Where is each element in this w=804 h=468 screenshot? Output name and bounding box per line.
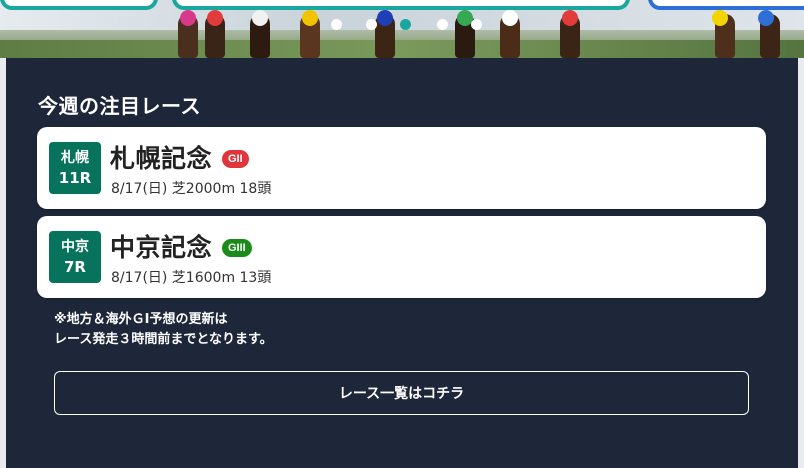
jockey-figure <box>377 10 393 26</box>
jockey-figure <box>207 10 223 26</box>
featured-races-panel: 今週の注目レース 札幌 11R 札幌記念 GII 8/17(日) 芝2000m … <box>6 58 798 468</box>
jockey-figure <box>502 10 518 26</box>
race-card[interactable]: 札幌 11R 札幌記念 GII 8/17(日) 芝2000m 18頭 <box>37 127 766 209</box>
jockey-figure <box>712 10 728 26</box>
race-card[interactable]: 中京 7R 中京記念 GIII 8/17(日) 芝1600m 13頭 <box>37 216 766 298</box>
carousel-dot[interactable] <box>366 19 377 30</box>
hero-carousel[interactable] <box>0 0 804 58</box>
notice-line: ※地方＆海外ＧⅠ予想の更新は <box>54 312 228 327</box>
venue-badge: 中京 7R <box>49 231 101 283</box>
venue-badge: 札幌 11R <box>49 142 101 194</box>
notice-line: レース発走３時間前までとなります。 <box>54 332 273 347</box>
carousel-card-current[interactable] <box>172 0 630 10</box>
carousel-dot[interactable] <box>331 19 342 30</box>
carousel-dot-active[interactable] <box>400 19 411 30</box>
carousel-card-prev[interactable] <box>0 0 158 10</box>
venue-label: 札幌 <box>61 150 89 166</box>
jockey-figure <box>562 10 578 26</box>
carousel-card-next[interactable] <box>648 0 804 10</box>
jockey-figure <box>302 10 318 26</box>
hero-grass <box>0 40 804 58</box>
race-name: 中京記念 <box>110 233 213 262</box>
grade-badge: GII <box>222 150 249 168</box>
grade-badge: GIII <box>222 239 252 257</box>
carousel-dot[interactable] <box>471 19 482 30</box>
update-notice: ※地方＆海外ＧⅠ予想の更新は レース発走３時間前までとなります。 <box>54 310 273 350</box>
race-meta: 8/17(日) 芝2000m 18頭 <box>111 181 272 197</box>
race-number: 7R <box>64 258 86 276</box>
carousel-dot[interactable] <box>437 19 448 30</box>
race-name: 札幌記念 <box>110 144 213 173</box>
section-title: 今週の注目レース <box>38 94 201 118</box>
jockey-figure <box>180 10 196 26</box>
jockey-figure <box>252 10 268 26</box>
race-number: 11R <box>58 169 92 187</box>
venue-label: 中京 <box>61 239 89 255</box>
jockey-figure <box>758 10 774 26</box>
race-list-button[interactable]: レース一覧はコチラ <box>54 371 749 415</box>
race-meta: 8/17(日) 芝1600m 13頭 <box>111 270 272 286</box>
